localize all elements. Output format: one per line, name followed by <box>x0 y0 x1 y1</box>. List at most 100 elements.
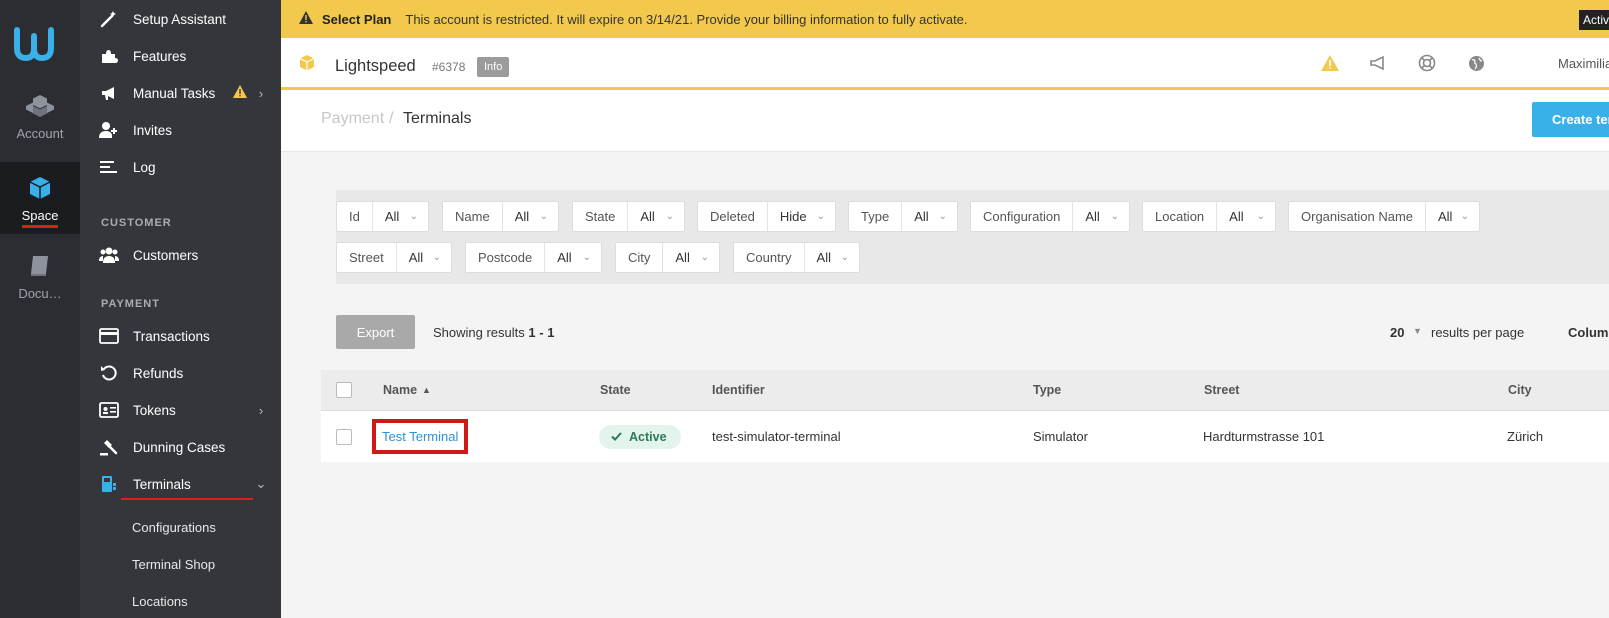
column-header-state[interactable]: State <box>600 370 631 410</box>
rail-item-space[interactable]: Space <box>0 162 80 234</box>
cube-icon <box>299 55 315 71</box>
breadcrumb-separator: / <box>389 110 394 127</box>
section-customer: CUSTOMER <box>101 217 172 229</box>
chevron-down-icon: ⌄ <box>1460 211 1469 222</box>
cell-name: Test Terminal <box>372 411 469 462</box>
rail-item-account[interactable]: Account <box>0 92 80 154</box>
megaphone-icon[interactable] <box>1367 52 1389 74</box>
chevron-down-icon: ⌄ <box>255 476 267 491</box>
row-checkbox-cell <box>336 411 352 462</box>
filter-street[interactable]: Street All ⌄ <box>336 242 452 273</box>
sidebar-item-transactions[interactable]: Transactions <box>80 317 281 355</box>
user-menu[interactable]: Maximilian <box>1558 56 1609 71</box>
filter-postcode[interactable]: Postcode All ⌄ <box>465 242 602 273</box>
sidebar-item-label: Dunning Cases <box>133 439 226 455</box>
space-topbar: Lightspeed #6378 Info Maximilian <box>281 38 1609 90</box>
terminal-icon <box>98 475 120 493</box>
filter-bar: Id All ⌄ Name All ⌄ State All ⌄ Deleted … <box>336 190 1609 284</box>
sidebar-item-label: Tokens <box>133 402 176 418</box>
status-badge: Active <box>599 424 681 449</box>
terminal-name-link[interactable]: Test Terminal <box>372 419 469 454</box>
sidebar-item-label: Invites <box>133 122 173 138</box>
sidebar-subitem-terminal-shop[interactable]: Terminal Shop <box>132 557 215 572</box>
filter-value: All <box>514 209 530 224</box>
puzzle-icon <box>98 47 120 65</box>
export-button[interactable]: Export <box>336 315 415 349</box>
wallee-logo-icon[interactable] <box>14 24 66 64</box>
filter-state[interactable]: State All ⌄ <box>572 201 685 232</box>
sidebar-item-customers[interactable]: Customers <box>80 236 281 274</box>
activate-button[interactable]: Activate <box>1579 10 1609 30</box>
sidebar-item-label: Features <box>133 48 187 64</box>
filter-type[interactable]: Type All ⌄ <box>848 201 958 232</box>
filter-city[interactable]: City All ⌄ <box>615 242 720 273</box>
filter-value: All <box>557 250 572 265</box>
column-header-identifier[interactable]: Identifier <box>712 370 765 410</box>
globe-icon[interactable] <box>1465 52 1487 74</box>
cell-state: Active <box>599 411 681 462</box>
table-row[interactable]: Test Terminal Active test-simulator-term… <box>321 411 1609 462</box>
filter-configuration[interactable]: Configuration All ⌄ <box>970 201 1130 232</box>
lifebuoy-icon[interactable] <box>1416 52 1438 74</box>
sidebar-subitem-locations[interactable]: Locations <box>132 594 188 609</box>
filter-name[interactable]: Name All ⌄ <box>442 201 559 232</box>
banner-title[interactable]: Select Plan <box>322 12 391 27</box>
sidebar-item-tokens[interactable]: Tokens › <box>80 391 281 429</box>
filter-value: Hide <box>779 209 807 224</box>
column-header-type[interactable]: Type <box>1033 370 1061 410</box>
space-name[interactable]: Lightspeed <box>335 57 416 76</box>
per-page-select[interactable]: 20 <box>1390 325 1404 340</box>
page-title: Terminals <box>403 110 472 127</box>
sidebar-item-refunds[interactable]: Refunds <box>80 354 281 392</box>
filter-id[interactable]: Id All ⌄ <box>336 201 429 232</box>
cubes-icon <box>26 95 54 117</box>
sidebar-subitem-configurations[interactable]: Configurations <box>132 520 216 535</box>
filter-deleted[interactable]: Deleted Hide ⌄ <box>697 201 836 232</box>
column-header-name[interactable]: Name ▲ <box>383 370 431 410</box>
credit-card-icon <box>98 327 120 345</box>
megaphone-icon <box>98 84 120 102</box>
chevron-down-icon: ⌄ <box>665 211 674 222</box>
filter-country[interactable]: Country All ⌄ <box>733 242 860 273</box>
info-badge[interactable]: Info <box>477 57 510 77</box>
sidebar-item-features[interactable]: Features <box>80 37 281 75</box>
banner-text: This account is restricted. It will expi… <box>405 11 968 27</box>
filter-value: All <box>914 209 929 224</box>
filter-organisation-name[interactable]: Organisation Name All ⌄ <box>1288 201 1480 232</box>
sidebar-item-invites[interactable]: Invites <box>80 111 281 149</box>
create-terminal-button[interactable]: Create terminal <box>1532 102 1609 137</box>
chevron-down-icon: ⌄ <box>1256 211 1265 222</box>
filter-label: Type <box>849 202 903 231</box>
gavel-icon <box>98 438 120 456</box>
filter-value: All <box>384 209 400 224</box>
sidebar-item-log[interactable]: Log <box>80 148 281 186</box>
sidebar-item-terminals[interactable]: Terminals ⌄ <box>80 465 281 503</box>
warning-icon <box>233 85 247 101</box>
warning-icon[interactable] <box>1319 52 1341 74</box>
column-header-street[interactable]: Street <box>1204 370 1239 410</box>
chevron-down-icon: ⌄ <box>700 252 709 263</box>
warning-icon <box>299 11 313 27</box>
sidebar-item-dunning-cases[interactable]: Dunning Cases <box>80 428 281 466</box>
column-header-city[interactable]: City <box>1508 370 1532 410</box>
chevron-down-icon: ⌄ <box>582 252 591 263</box>
rail-item-account-label: Account <box>16 126 64 141</box>
cell-type: Simulator <box>1033 429 1088 444</box>
columns-button[interactable]: Columns <box>1568 325 1609 340</box>
row-checkbox[interactable] <box>336 428 352 445</box>
caret-down-icon[interactable]: ▼ <box>1413 326 1422 336</box>
cube-icon <box>29 177 51 199</box>
filter-value: All <box>1229 209 1244 224</box>
rail-item-documentation[interactable]: Docu… <box>0 252 80 308</box>
filter-value: All <box>1438 209 1453 224</box>
select-all-checkbox-cell <box>336 370 352 410</box>
filter-label: Id <box>337 202 373 231</box>
list-icon <box>98 158 120 176</box>
sidebar-item-label: Customers <box>133 247 199 263</box>
select-all-checkbox[interactable] <box>336 382 352 398</box>
sidebar-item-setup-assistant[interactable]: Setup Assistant <box>80 0 281 38</box>
breadcrumb-payment[interactable]: Payment <box>321 110 384 128</box>
filter-location[interactable]: Location All ⌄ <box>1142 201 1276 232</box>
chevron-down-icon: ⌄ <box>432 252 441 263</box>
sidebar-item-manual-tasks[interactable]: Manual Tasks › <box>80 74 281 112</box>
